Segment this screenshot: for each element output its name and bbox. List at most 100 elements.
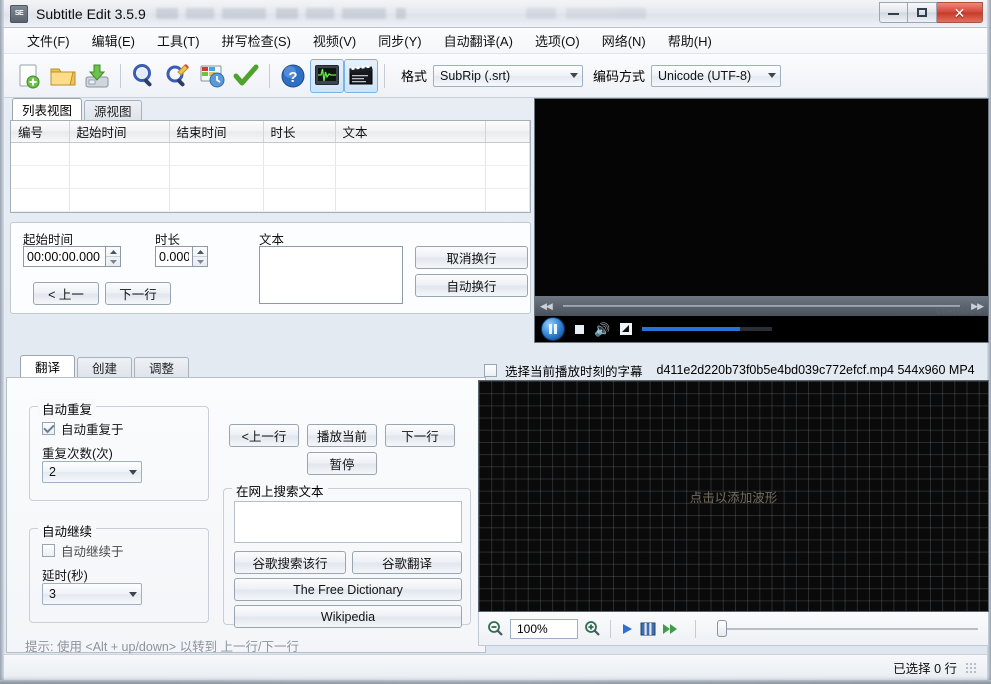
menu-help[interactable]: 帮助(H) [657,28,723,53]
pause-button[interactable]: 暂停 [307,452,377,475]
table-row[interactable] [11,165,530,189]
web-search-input[interactable] [234,501,462,543]
video-toggle-icon[interactable] [344,58,378,93]
waveform-position-slider[interactable] [717,620,978,638]
tab-list-view[interactable]: 列表视图 [12,98,83,120]
table-header-row: 编号 起始时间 结束时间 时长 文本 [11,121,530,143]
encoding-combo[interactable]: Unicode (UTF-8) [651,64,782,87]
auto-continue-group-title: 自动继续 [38,521,97,540]
unbreak-button[interactable]: 取消换行 [415,246,528,269]
chevron-down-icon [129,591,137,597]
maximize-button[interactable] [908,2,937,23]
delay-value: 3 [49,587,56,601]
zoom-level-combo[interactable]: 100% [510,618,578,639]
new-icon[interactable] [12,59,46,93]
column-header-text[interactable]: 文本 [335,121,486,143]
stop-button[interactable] [575,324,584,334]
tab-translate[interactable]: 翻译 [20,355,76,377]
column-header-duration[interactable]: 时长 [263,121,336,143]
google-translate-button[interactable]: 谷歌翻译 [352,551,462,574]
free-dictionary-button[interactable]: The Free Dictionary [234,578,462,601]
repeat-count-combo[interactable]: 2 [42,461,142,483]
google-search-button[interactable]: 谷歌搜索该行 [234,551,346,574]
menu-tools[interactable]: 工具(T) [146,28,211,53]
chevron-down-icon [768,73,777,78]
zoom-in-icon[interactable] [584,620,601,637]
menu-file[interactable]: 文件(F) [16,28,81,53]
tab-adjust[interactable]: 调整 [134,357,190,377]
scene-change-icon[interactable] [640,621,656,637]
open-folder-icon[interactable] [46,59,80,93]
next-line-button[interactable]: 下一行 [105,282,171,305]
select-current-subtitle-checkbox[interactable] [484,363,497,377]
prev-line-button[interactable]: < 上一 [33,282,99,305]
checkmark-icon[interactable] [229,59,263,93]
close-button[interactable]: ✕ [937,2,983,23]
auto-repeat-checkbox[interactable] [42,422,55,435]
replace-icon[interactable] [161,59,195,93]
svg-text:?: ? [288,69,297,86]
video-screen[interactable] [535,99,988,296]
prev-line-play-button[interactable]: <上一行 [229,424,299,447]
resize-grip[interactable] [965,661,977,674]
slider-thumb[interactable] [717,620,727,637]
column-header-start[interactable]: 起始时间 [69,121,170,143]
table-row[interactable] [11,142,530,166]
status-bar: 已选择 0 行 [4,654,987,680]
minimize-button[interactable] [879,2,908,23]
save-icon[interactable] [80,59,114,93]
video-seek-bar[interactable]: ◀◀ ▶▶ [535,296,988,316]
menu-edit[interactable]: 编辑(E) [81,28,146,53]
sync-time-icon[interactable] [195,59,229,93]
help-icon[interactable]: ? [276,59,310,93]
volume-slider[interactable] [642,327,773,331]
menu-bar: 文件(F) 编辑(E) 工具(T) 拼写检查(S) 视频(V) 同步(Y) 自动… [4,28,987,54]
menu-video[interactable]: 视频(V) [302,28,367,53]
encoding-value: Unicode (UTF-8) [658,68,752,83]
autobreak-button[interactable]: 自动换行 [415,274,528,297]
start-time-input[interactable] [23,246,106,267]
subtitle-table[interactable]: 编号 起始时间 结束时间 时长 文本 [10,120,531,213]
video-player[interactable]: ◀◀ ▶▶ DirectShow 🔊 [534,98,989,343]
find-icon[interactable] [127,59,161,93]
zoom-out-icon[interactable] [487,620,504,637]
translate-panel-body: 自动重复 自动重复于 重复次数(次) 2 自动继续 自动继续于 延时(秒) 3 … [6,377,486,654]
volume-icon[interactable]: 🔊 [594,323,610,336]
play-pause-button[interactable] [541,317,565,341]
menu-network[interactable]: 网络(N) [591,28,657,53]
table-row[interactable] [11,188,530,212]
tab-source-view[interactable]: 源视图 [84,100,142,120]
column-header-number[interactable]: 编号 [11,121,70,143]
waveform-hint: 点击以添加波形 [689,490,778,505]
duration-input[interactable] [155,246,193,267]
next-line-play-button[interactable]: 下一行 [385,424,455,447]
waveform-play-icon[interactable] [620,622,634,636]
window-buttons: ✕ [879,2,983,23]
menu-sync[interactable]: 同步(Y) [367,28,432,53]
play-current-button[interactable]: 播放当前 [307,424,377,447]
menu-options[interactable]: 选项(O) [524,28,591,53]
video-controls: 🔊 [535,316,988,342]
waveform-toolbar: 100% [478,612,989,646]
delay-combo[interactable]: 3 [42,583,142,605]
list-view-tabs: 列表视图 源视图 [10,98,531,120]
select-current-subtitle-label: 选择当前播放时刻的字幕 [505,364,643,379]
fast-forward-icon[interactable] [662,622,680,636]
auto-continue-checkbox[interactable] [42,544,55,557]
subtitle-text-input[interactable] [259,246,403,304]
waveform-display[interactable]: 点击以添加波形 [478,380,989,612]
wikipedia-button[interactable]: Wikipedia [234,605,462,628]
subtitle-editor: 起始时间 时长 < 上一 下一行 文本 [10,222,531,314]
rewind-icon[interactable]: ◀◀ [535,301,557,312]
start-time-stepper[interactable] [106,246,121,267]
format-combo[interactable]: SubRip (.srt) [433,64,584,87]
menu-spellcheck[interactable]: 拼写检查(S) [211,28,302,53]
auto-repeat-label: 自动重复于 [61,423,124,437]
seek-track[interactable] [562,305,961,307]
waveform-toggle-icon[interactable] [310,58,344,93]
column-header-end[interactable]: 结束时间 [169,121,264,143]
tab-create[interactable]: 创建 [77,357,133,377]
menu-autotranslate[interactable]: 自动翻译(A) [433,28,524,53]
duration-stepper[interactable] [193,246,208,267]
fullscreen-button[interactable] [620,323,633,335]
